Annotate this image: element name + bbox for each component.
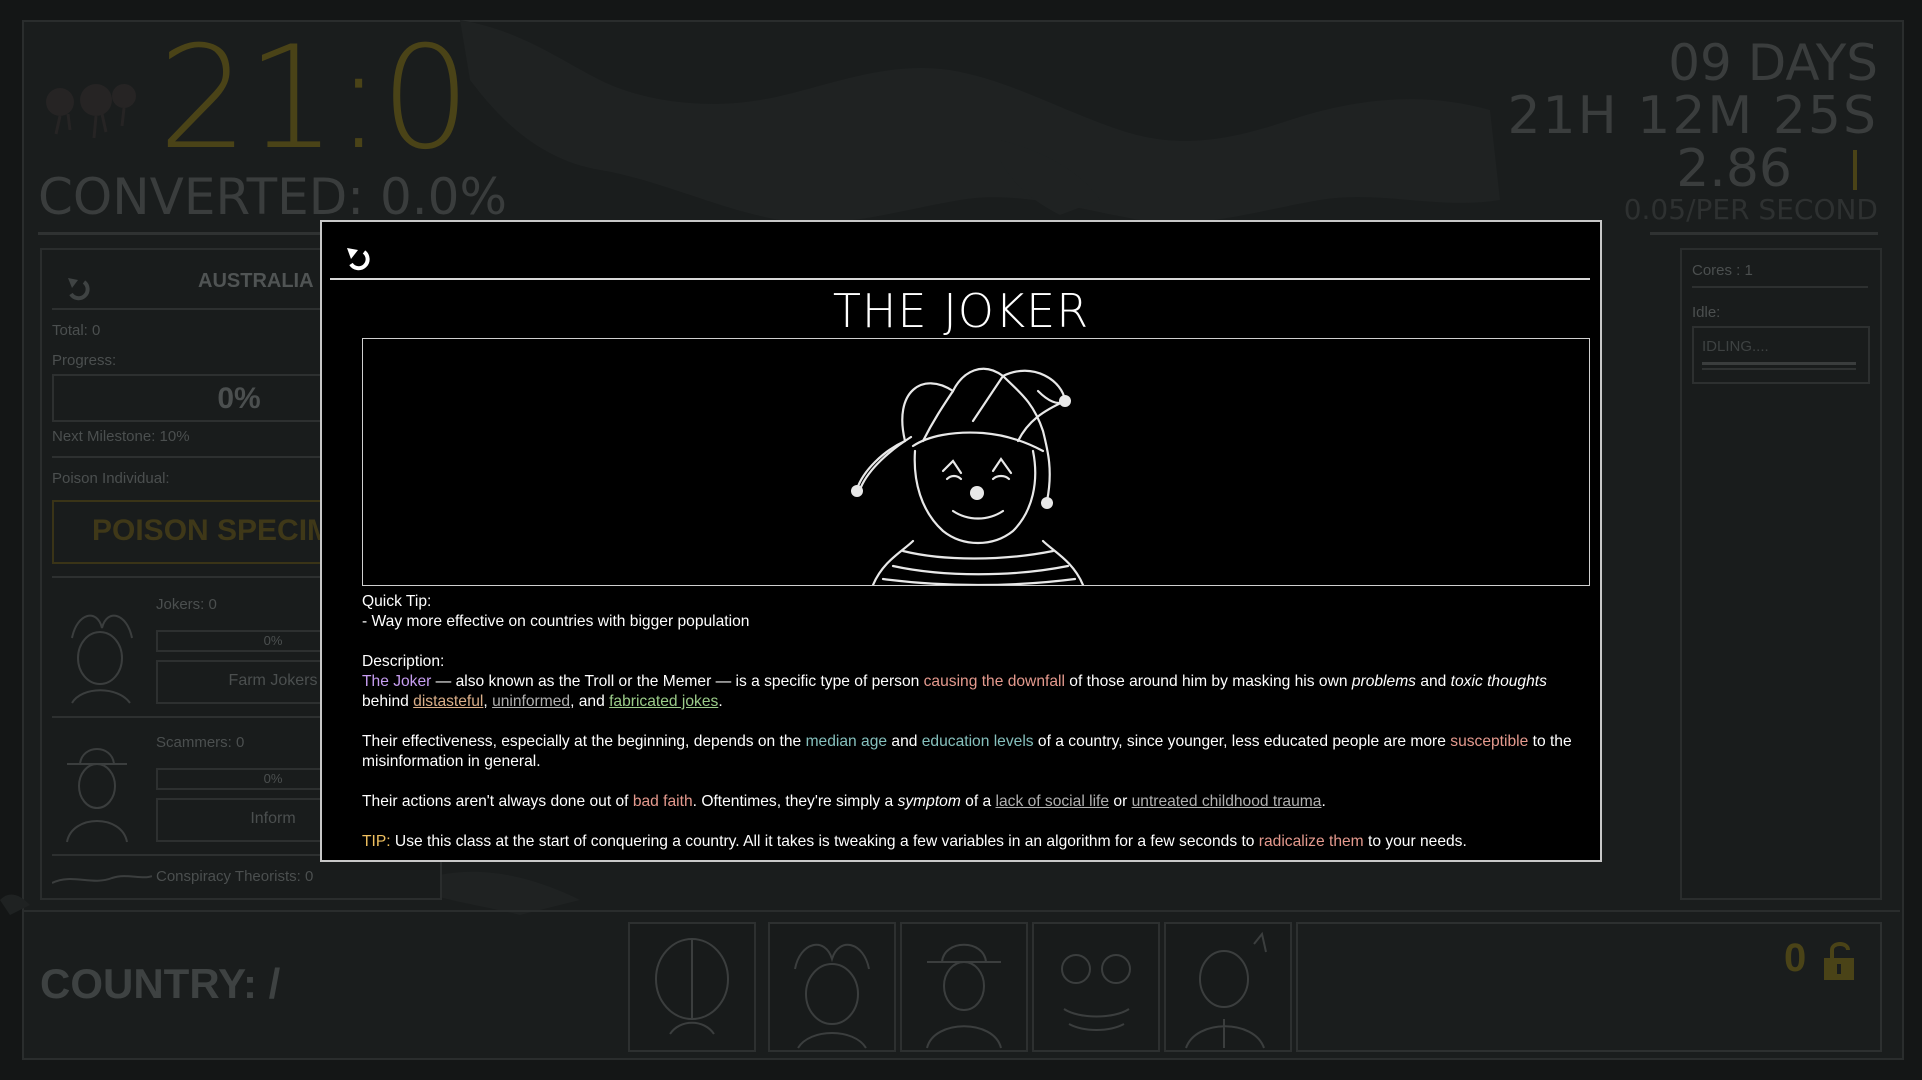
scammer-icon [926, 943, 1002, 1049]
text: , and [570, 693, 610, 710]
per-second-rate: 0.05/PER SECOND [1623, 193, 1878, 226]
scammers-count: Scammers: 0 [156, 734, 245, 751]
text: Use this class at the start of conquerin… [390, 833, 1259, 850]
text: . [1321, 793, 1326, 810]
joker-icon [794, 943, 870, 1049]
poison-label: Poison Individual: [52, 470, 170, 487]
unit-slot-joker[interactable] [768, 922, 896, 1052]
bottom-divider [22, 910, 1900, 912]
highlight-susceptible: susceptible [1450, 733, 1529, 750]
unit-slot-conspiracy[interactable] [1032, 922, 1160, 1052]
tip-paragraph: TIP: Use this class at the start of conq… [362, 832, 1588, 852]
resource-rate: 2.86 [1676, 139, 1792, 199]
modal-title: THE JOKER [832, 284, 1090, 338]
text: Their actions aren't always done out of [362, 793, 633, 810]
idle-progress [1702, 362, 1856, 365]
text: and [1415, 673, 1451, 690]
joker-unit-icon [71, 614, 133, 704]
conspiracy-theorists-count: Conspiracy Theorists: 0 [156, 868, 314, 885]
idle-progress-track [1702, 368, 1856, 370]
portrait-frame [362, 338, 1590, 586]
text: — also known as the Troll or the Memer —… [431, 673, 924, 690]
highlight-downfall: causing the downfall [923, 673, 1065, 690]
text: of a country, since younger, less educat… [1033, 733, 1451, 750]
link-fabricated-jokes[interactable]: fabricated jokes [609, 693, 718, 710]
text: of a [960, 793, 996, 810]
emphasis-problems: problems [1351, 673, 1416, 690]
text: , [483, 693, 493, 710]
idle-status: IDLING.... [1702, 338, 1769, 355]
highlight-bad-faith: bad faith [632, 793, 693, 810]
unit-slot-politician[interactable] [1164, 922, 1292, 1052]
text: . [718, 693, 723, 710]
unit-slot-scammer[interactable] [900, 922, 1028, 1052]
link-childhood-trauma[interactable]: untreated childhood trauma [1132, 793, 1322, 810]
text: . Oftentimes, they're simply a [692, 793, 898, 810]
idle-label: Idle: [1692, 304, 1721, 321]
unlock-count: 0 [1784, 936, 1807, 980]
unlock-icon[interactable] [1822, 940, 1858, 982]
top-divider [38, 232, 328, 235]
top-right-divider [1650, 232, 1878, 235]
text: to your needs. [1363, 833, 1467, 850]
days-remaining: 09 DAYS [1668, 34, 1878, 92]
description-paragraph-3: Their actions aren't always done out of … [362, 792, 1588, 812]
back-arrow-icon[interactable] [62, 272, 92, 302]
conspiracy-unit-icon [52, 875, 152, 884]
emphasis-symptom: symptom [897, 793, 961, 810]
joker-portrait-image [851, 367, 1085, 585]
description-label: Description: [362, 653, 445, 670]
back-arrow-icon[interactable] [342, 242, 372, 272]
total-count: Total: 0 [52, 322, 101, 339]
bomb-icon [46, 84, 136, 139]
scammer-unit-icon [66, 748, 128, 843]
description-paragraph-1: The Joker — also known as the Troll or t… [362, 672, 1588, 712]
text: Their effectiveness, especially at the b… [362, 733, 806, 750]
info-modal: THE JOKER Quick Tip: - Way more effectiv… [320, 220, 1602, 862]
conspiracy-icon [1061, 954, 1131, 1031]
emphasis-toxic-thoughts: toxic thoughts [1450, 673, 1547, 690]
description-paragraph-2: Their effectiveness, especially at the b… [362, 732, 1588, 772]
highlight-median-age: median age [805, 733, 888, 750]
text: behind [362, 693, 414, 710]
idle-status-box: IDLING.... [1692, 326, 1870, 384]
converted-percentage: CONVERTED: 0.0% [38, 168, 507, 226]
rate-indicator [1853, 150, 1857, 190]
cores-count: Cores : 1 [1692, 262, 1753, 279]
jokers-count: Jokers: 0 [156, 596, 217, 613]
divider [1692, 286, 1868, 288]
modal-divider [330, 278, 1590, 280]
brain-icon [655, 938, 729, 1035]
highlight-education-levels: education levels [921, 733, 1034, 750]
next-milestone: Next Milestone: 10% [52, 428, 190, 445]
link-distasteful[interactable]: distasteful [413, 693, 483, 710]
tip-label: TIP: [362, 833, 391, 850]
text: or [1109, 793, 1132, 810]
text: and [887, 733, 922, 750]
cores-panel: Cores : 1 Idle: IDLING.... [1680, 248, 1882, 900]
selected-country-name: AUSTRALIA [198, 270, 314, 292]
quick-tip-text: - Way more effective on countries with b… [362, 613, 750, 630]
quick-tip-label: Quick Tip: [362, 593, 432, 610]
highlight-radicalize: radicalize them [1258, 833, 1364, 850]
joker-name: The Joker [362, 673, 432, 690]
modal-description: Quick Tip: - Way more effective on count… [362, 592, 1588, 872]
link-lack-of-social-life[interactable]: lack of social life [996, 793, 1110, 810]
politician-icon [1185, 931, 1267, 1049]
time-remaining: 21H 12M 25S [1507, 86, 1878, 146]
unit-slot-brain[interactable] [628, 922, 756, 1052]
game-clock: 21:0 [158, 16, 471, 181]
country-label: COUNTRY: / [40, 960, 281, 1007]
text: of those around him by masking his own [1064, 673, 1352, 690]
progress-label: Progress: [52, 352, 117, 369]
link-uninformed[interactable]: uninformed [492, 693, 570, 710]
